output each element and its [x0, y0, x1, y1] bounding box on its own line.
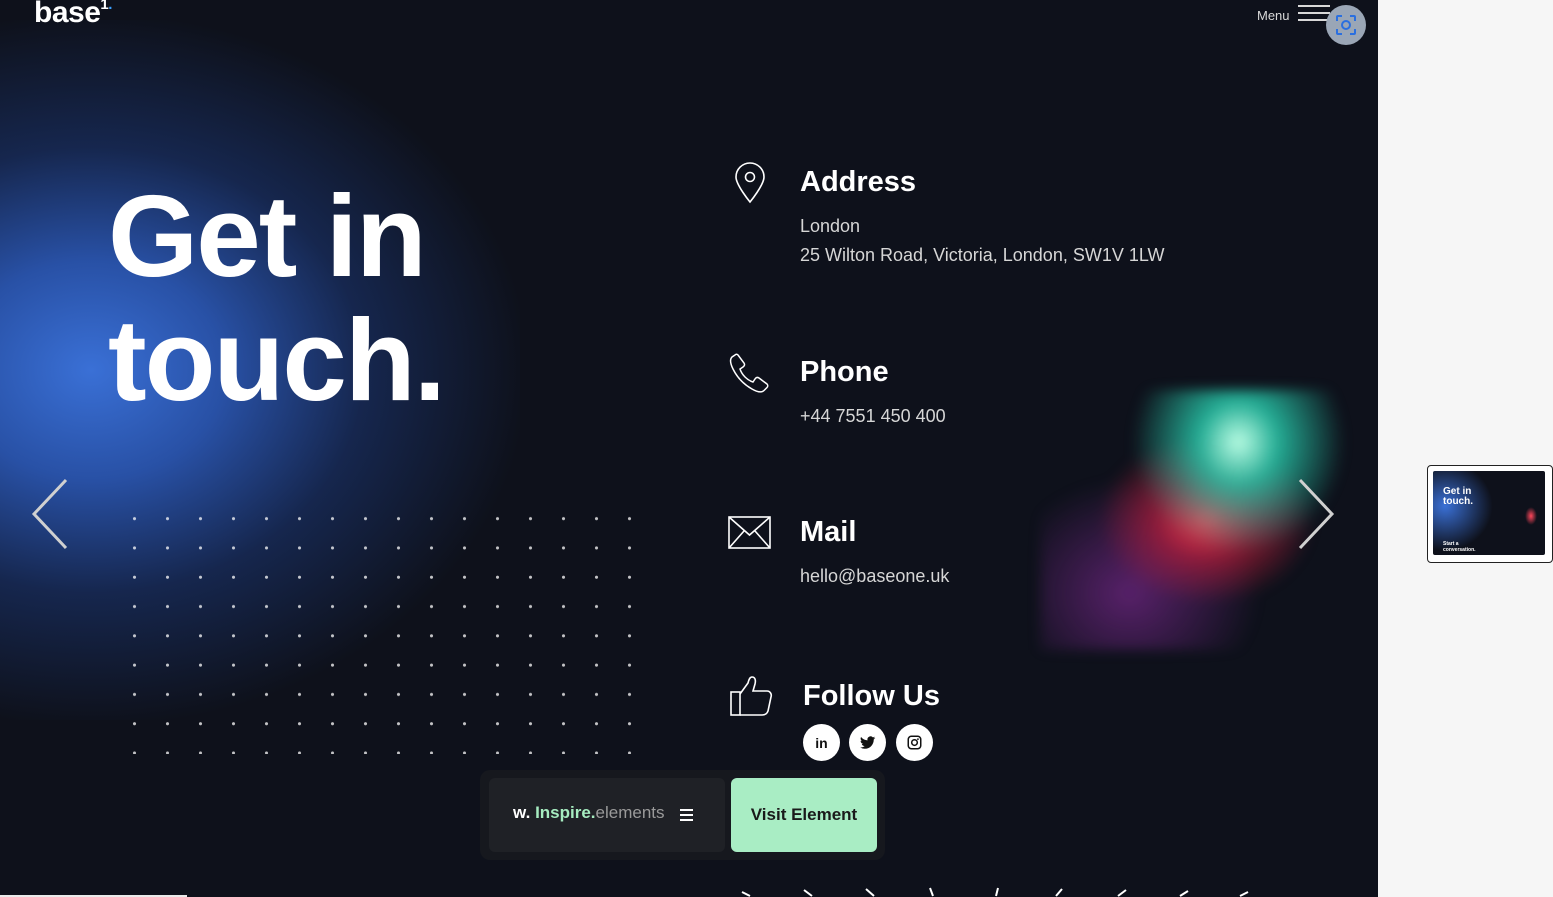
- scan-icon: [1336, 15, 1356, 35]
- logo-superscript: 1.: [100, 0, 112, 13]
- chevron-right-icon[interactable]: [1296, 478, 1336, 550]
- address-street: 25 Wilton Road, Victoria, London, SW1V 1…: [800, 245, 1165, 265]
- instagram-button[interactable]: [896, 724, 933, 761]
- inspire-brand[interactable]: w. Inspire.elements: [513, 803, 665, 823]
- thumbnail-preview: Get in touch. Start a conversation.: [1433, 471, 1545, 555]
- page-title: Get in touch.: [108, 171, 446, 425]
- address-city: London: [800, 216, 861, 236]
- address-title: Address: [800, 166, 917, 198]
- screenshot-lens-button[interactable]: [1326, 5, 1366, 45]
- twitter-button[interactable]: [849, 724, 886, 761]
- mail-address[interactable]: hello@baseone.uk: [800, 562, 949, 591]
- page-stage: base1. Menu Get in touch. Address London…: [0, 0, 1378, 897]
- location-pin-icon: [735, 162, 765, 204]
- chevron-left-icon[interactable]: [30, 478, 70, 550]
- thumbnail-subtitle: Start a conversation.: [1443, 541, 1476, 553]
- phone-icon: [729, 353, 769, 393]
- phone-title: Phone: [800, 356, 889, 388]
- visit-element-button[interactable]: Visit Element: [731, 778, 877, 852]
- twitter-icon: [859, 735, 875, 749]
- hamburger-icon[interactable]: [680, 809, 693, 824]
- site-logo[interactable]: base1.: [34, 0, 112, 30]
- instagram-icon: [907, 735, 922, 750]
- phone-number[interactable]: +44 7551 450 400: [800, 402, 946, 431]
- dot-grid-decoration: [118, 504, 638, 754]
- follow-title: Follow Us: [803, 680, 940, 712]
- thumbnail-title: Get in touch.: [1443, 486, 1473, 507]
- thumbs-up-icon: [730, 676, 773, 716]
- tick-marks-decoration: [741, 887, 1249, 897]
- menu-label[interactable]: Menu: [1257, 8, 1290, 23]
- mail-title: Mail: [800, 516, 857, 548]
- linkedin-button[interactable]: in: [803, 724, 840, 761]
- address-text: London 25 Wilton Road, Victoria, London,…: [800, 212, 1165, 270]
- linkedin-icon: in: [815, 734, 828, 751]
- envelope-icon: [728, 516, 771, 549]
- page-thumbnail[interactable]: Get in touch. Start a conversation.: [1427, 465, 1553, 563]
